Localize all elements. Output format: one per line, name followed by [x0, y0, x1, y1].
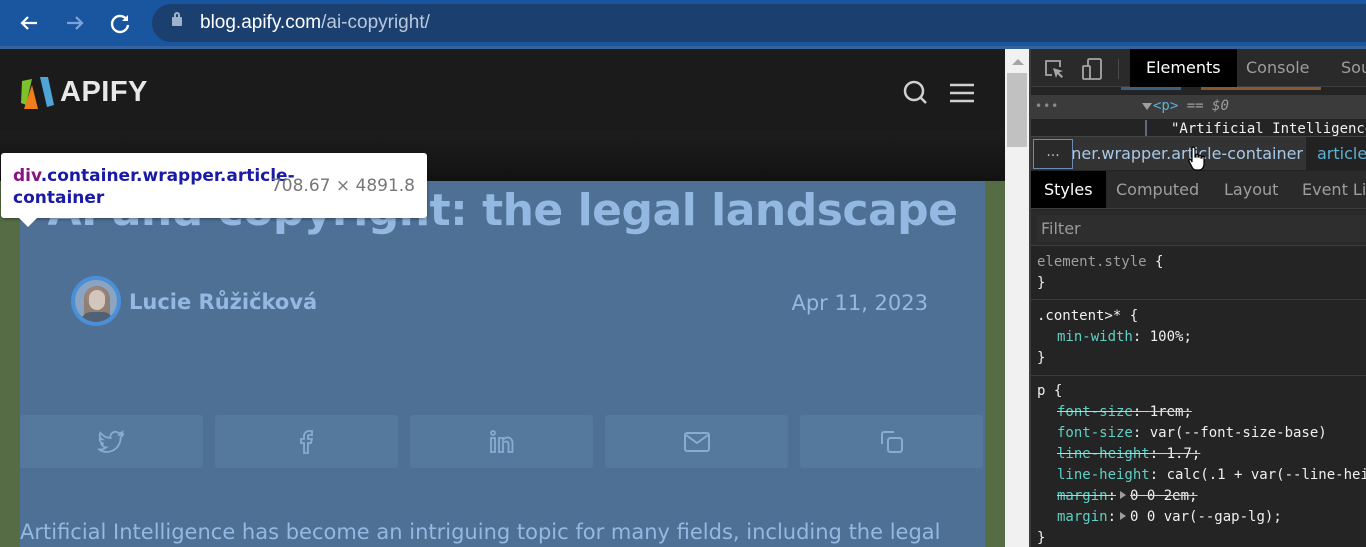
property-name[interactable]: font-size: [1057, 404, 1133, 420]
arrow-right-icon: [67, 16, 84, 30]
address-bar[interactable]: blog.apify.com/ai-copyright/: [152, 4, 1366, 42]
article-first-paragraph: Artificial Intelligence has become an in…: [20, 520, 941, 544]
dom-node-tag: <p> == $0: [1153, 98, 1229, 114]
tab-computed[interactable]: Computed: [1103, 171, 1212, 208]
style-declaration[interactable]: min-width: 100%;: [1037, 327, 1366, 348]
url-text[interactable]: blog.apify.com/ai-copyright/: [200, 12, 430, 34]
rule-selector[interactable]: p: [1037, 383, 1045, 399]
device-toolbar-icon[interactable]: [1081, 58, 1103, 80]
twitter-icon: [97, 429, 124, 453]
styles-filter-input[interactable]: [1037, 215, 1366, 242]
property-name[interactable]: font-size: [1057, 425, 1133, 441]
share-email-button[interactable]: [605, 415, 788, 468]
tab-sources[interactable]: Sources: [1325, 49, 1366, 87]
style-declaration[interactable]: margin: 0 0 var(--gap-lg);: [1037, 507, 1366, 528]
lock-icon: [172, 12, 182, 26]
property-value[interactable]: 100%: [1150, 329, 1184, 345]
style-declaration-overridden[interactable]: margin: 0 0 2em;: [1037, 486, 1366, 507]
property-name[interactable]: line-height: [1057, 446, 1150, 462]
inspect-element-tooltip: div.container.wrapper.article-container …: [1, 153, 427, 227]
hand-cursor-icon: [1188, 146, 1205, 171]
scrollbar-thumb[interactable]: [1007, 73, 1027, 147]
url-path: /ai-copyright/: [321, 12, 430, 33]
devtools-tabbar: Elements Console Sources: [1031, 49, 1366, 87]
style-declaration-overridden[interactable]: font-size: 1rem;: [1037, 402, 1366, 423]
tab-layout[interactable]: Layout: [1211, 171, 1291, 208]
property-name[interactable]: line-height: [1057, 467, 1150, 483]
dom-text-node[interactable]: "Artificial Intelligence: [1171, 121, 1366, 137]
rule-selector[interactable]: .content>*: [1037, 308, 1121, 324]
breadcrumb: ... div.container.wrapper.article-contai…: [1031, 136, 1366, 171]
page-scrollbar[interactable]: [1005, 49, 1031, 547]
inspect-element-icon[interactable]: [1043, 58, 1065, 80]
share-facebook-button[interactable]: [215, 415, 398, 468]
style-rule-p: p { font-size: 1rem; font-size: var(--fo…: [1031, 379, 1366, 547]
styles-subtabs: Styles Computed Layout Event Listeners: [1031, 171, 1366, 209]
scroll-up-arrow-icon[interactable]: [1012, 59, 1024, 65]
share-buttons: [20, 415, 985, 468]
tab-console[interactable]: Console: [1230, 49, 1326, 87]
dom-node-selected[interactable]: ••• <p> == $0: [1031, 95, 1366, 119]
breadcrumb-item-article-content[interactable]: article.content: [1306, 137, 1366, 170]
property-name[interactable]: min-width: [1057, 329, 1133, 345]
search-icon[interactable]: [902, 79, 930, 107]
reload-button[interactable]: [105, 8, 135, 38]
style-declaration[interactable]: line-height: calc(.1 + var(--line-height…: [1037, 465, 1366, 486]
highlight-padding-left: [0, 181, 20, 547]
tooltip-tag: div: [13, 166, 41, 186]
property-value[interactable]: var(--font-size-base): [1150, 425, 1327, 441]
share-twitter-button[interactable]: [20, 415, 203, 468]
reload-icon: [110, 14, 130, 34]
back-button[interactable]: [14, 8, 44, 38]
publish-date: Apr 11, 2023: [791, 291, 928, 315]
share-copy-link-button[interactable]: [800, 415, 983, 468]
style-rule-element-style: element.style { }: [1031, 250, 1366, 300]
copy-icon: [880, 430, 903, 453]
author-avatar[interactable]: [71, 276, 121, 326]
expand-triangle-icon[interactable]: [1142, 103, 1152, 110]
property-value[interactable]: calc(.1 + var(--line-height-base)): [1167, 467, 1366, 483]
arrow-left-icon: [20, 16, 37, 30]
logo-text: APIFY: [60, 76, 148, 108]
style-declaration[interactable]: font-size: var(--font-size-base): [1037, 423, 1366, 444]
expand-shorthand-icon[interactable]: [1120, 491, 1127, 499]
expand-shorthand-icon[interactable]: [1120, 512, 1127, 520]
highlight-padding-right: [985, 181, 1005, 547]
tab-event-listeners[interactable]: Event Listeners: [1289, 171, 1366, 208]
mail-icon: [683, 431, 710, 452]
property-name[interactable]: margin: [1057, 488, 1108, 504]
article-container: AI and copyright: the legal landscape Lu…: [20, 181, 985, 547]
node-tag-name: <p>: [1153, 98, 1179, 114]
node-more-icon[interactable]: •••: [1035, 99, 1059, 113]
site-header: APIFY: [0, 49, 1005, 131]
property-value[interactable]: 1.7: [1167, 446, 1192, 462]
page-viewport: APIFY AI and copyright: the legal landsc…: [0, 49, 1005, 547]
property-value[interactable]: 0 0 2em: [1130, 488, 1189, 504]
property-value[interactable]: 1rem: [1150, 404, 1184, 420]
apify-logo-mark-icon: [21, 77, 54, 109]
property-name[interactable]: margin: [1057, 509, 1108, 525]
dom-tree: ••• <p> == $0 "Artificial Intelligence: [1031, 87, 1366, 138]
styles-filter: [1031, 210, 1366, 246]
author-name[interactable]: Lucie Růžičková: [129, 290, 317, 314]
property-value[interactable]: 0 0 var(--gap-lg): [1130, 509, 1273, 525]
forward-button[interactable]: [60, 8, 90, 38]
tooltip-selector: div.container.wrapper.article-container: [13, 165, 295, 209]
linkedin-icon: [489, 429, 513, 453]
tab-styles[interactable]: Styles: [1031, 171, 1106, 208]
share-linkedin-button[interactable]: [410, 415, 593, 468]
tab-elements[interactable]: Elements: [1130, 49, 1237, 87]
style-rule-content-children: .content>* { min-width: 100%; }: [1031, 304, 1366, 376]
rule-selector[interactable]: element.style: [1037, 254, 1147, 270]
facebook-icon: [299, 429, 313, 454]
style-declaration-overridden[interactable]: line-height: 1.7;: [1037, 444, 1366, 465]
browser-toolbar: blog.apify.com/ai-copyright/: [0, 0, 1366, 49]
url-host: blog.apify.com: [200, 12, 322, 33]
devtools-panel: Elements Console Sources ••• <p> == $0 "…: [1031, 49, 1366, 547]
tooltip-classes: .container.wrapper.article-container: [13, 166, 295, 208]
hamburger-menu-icon[interactable]: [948, 79, 976, 107]
tooltip-dimensions: 708.67 × 4891.8: [270, 176, 415, 196]
node-marker: == $0: [1186, 98, 1229, 114]
breadcrumb-more-button[interactable]: ...: [1033, 139, 1073, 169]
